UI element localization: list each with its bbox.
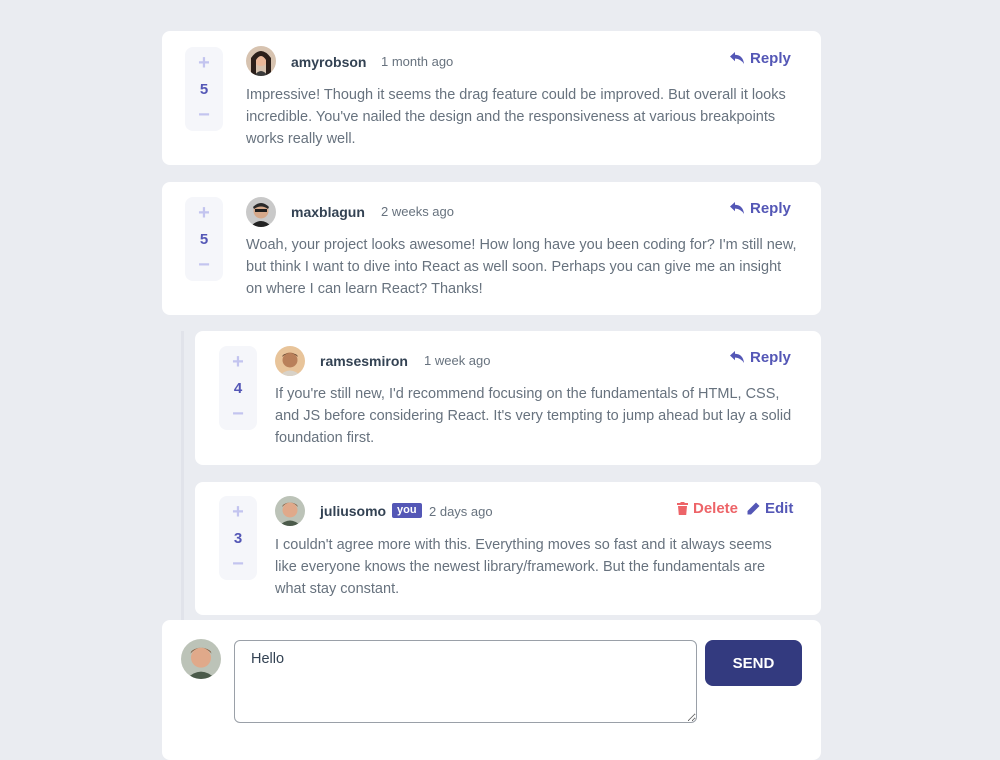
comment-text: If you're still new, I'd recommend focus… [275,386,792,446]
comment-date: 1 week ago [424,353,491,368]
vote-box: + 5 − [185,47,223,131]
score: 3 [233,529,243,547]
comment-date: 1 month ago [381,54,454,69]
reply-button[interactable]: Reply [730,349,791,366]
plus-icon[interactable]: + [232,502,244,522]
comment-text: Impressive! Though it seems the drag fea… [246,87,786,147]
score: 5 [199,230,209,248]
comment-card: + 5 − maxblagun 2 weeks ago Reply Woah, … [162,182,821,315]
score: 4 [233,379,243,397]
reply-icon [730,351,744,363]
avatar [275,346,305,376]
vote-box: + 5 − [185,197,223,281]
delete-label: Delete [693,500,739,517]
pencil-icon [747,502,760,515]
reply-label: Reply [750,349,791,366]
avatar [246,46,276,76]
avatar [275,496,305,526]
vote-box: + 4 − [219,346,257,430]
username[interactable]: maxblagun [291,204,365,220]
avatar [246,197,276,227]
comment-text: I couldn't agree more with this. Everyth… [275,537,772,597]
minus-icon[interactable]: − [198,105,210,125]
delete-button[interactable]: Delete [677,500,738,517]
minus-icon[interactable]: − [198,255,210,275]
edit-label: Edit [765,500,794,517]
username[interactable]: amyrobson [291,54,366,70]
minus-icon[interactable]: − [232,554,244,574]
comment-date: 2 weeks ago [381,204,454,219]
minus-icon[interactable]: − [232,404,244,424]
plus-icon[interactable]: + [232,352,244,372]
comment-card: + 5 − amyrobson 1 month ago Reply Impres… [162,31,821,165]
reply-button[interactable]: Reply [730,200,791,217]
plus-icon[interactable]: + [198,53,210,73]
edit-button[interactable]: Edit [747,500,793,517]
reply-label: Reply [750,50,791,67]
comment-input[interactable]: Hello [234,640,697,723]
current-user-avatar [181,639,221,679]
plus-icon[interactable]: + [198,203,210,223]
comment-date: 2 days ago [429,504,493,519]
reply-thread-line [181,331,184,621]
reply-label: Reply [750,200,791,217]
you-badge: you [392,503,422,518]
reply-button[interactable]: Reply [730,50,791,67]
reply-icon [730,202,744,214]
reply-card: + 3 − juliusomo you 2 days ago Delete Ed… [195,482,821,615]
vote-box: + 3 − [219,496,257,580]
trash-icon [677,502,688,515]
username[interactable]: juliusomo [320,503,386,519]
reply-icon [730,52,744,64]
score: 5 [199,80,209,98]
username[interactable]: ramsesmiron [320,353,408,369]
reply-card: + 4 − ramsesmiron 1 week ago Reply If yo… [195,331,821,465]
send-button[interactable]: SEND [705,640,802,686]
comment-text: Woah, your project looks awesome! How lo… [246,237,797,297]
